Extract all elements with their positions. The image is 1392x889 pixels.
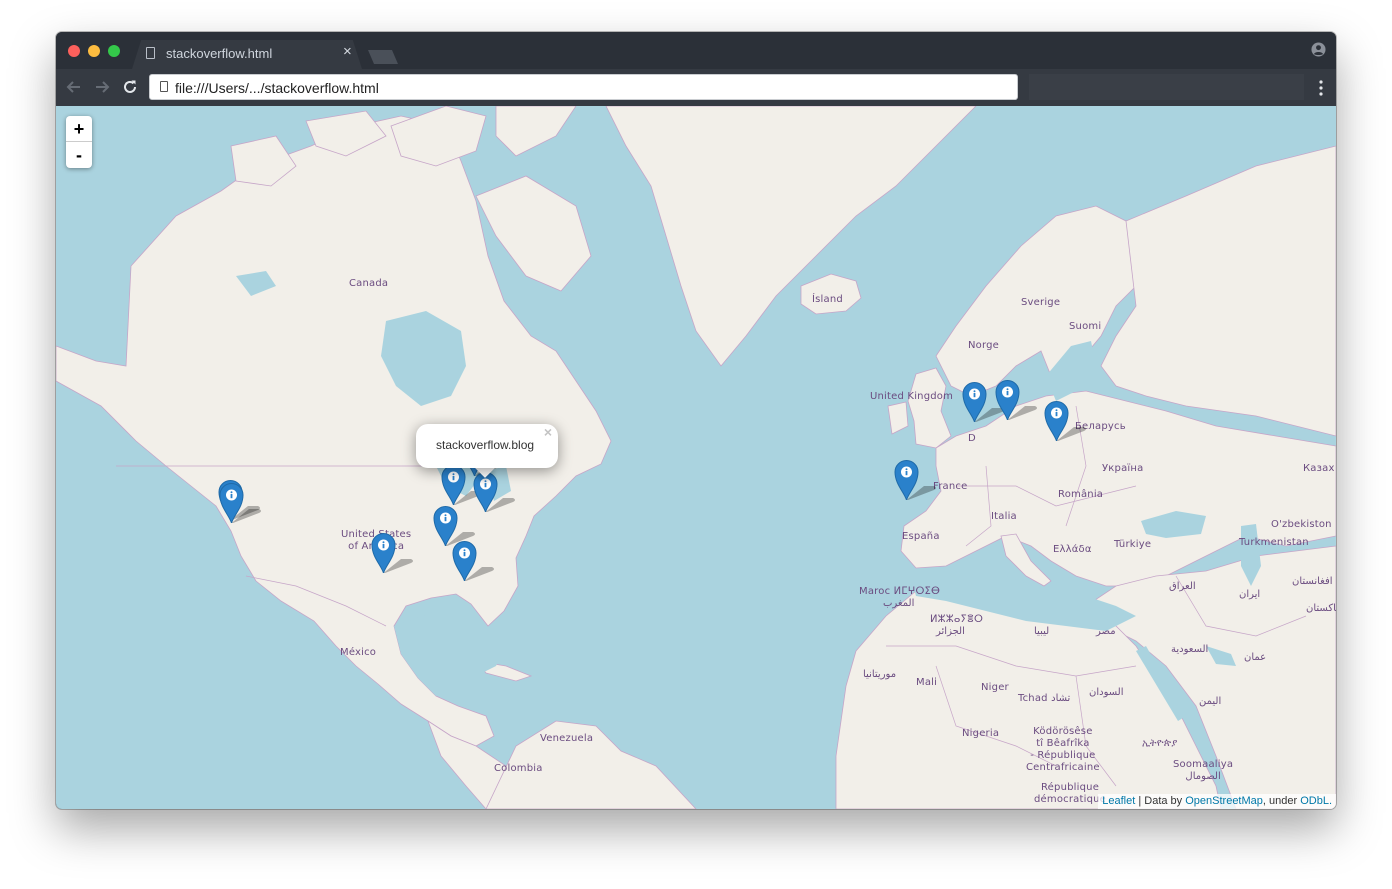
greenland-land	[605, 106, 977, 367]
tab-title: stackoverflow.html	[166, 46, 273, 61]
minimize-window-button[interactable]	[88, 45, 100, 57]
label-sweden: Sverige	[1021, 297, 1061, 308]
attribution-sep: , under	[1262, 795, 1301, 807]
arctic-island	[495, 106, 577, 157]
label-germany-partial: D	[968, 433, 976, 444]
label-saudi: السعودية	[1171, 644, 1209, 655]
label-kazakhstan: Казах	[1303, 463, 1335, 474]
label-chad: Tchad تشاد	[1018, 693, 1071, 704]
zoom-out-button[interactable]: -	[66, 142, 92, 168]
map-base-layer	[56, 106, 1336, 809]
address-bar[interactable]: file:///Users/.../stackoverflow.html	[149, 74, 1018, 100]
label-norway: Norge	[968, 340, 1000, 351]
label-greece: Ελλάδα	[1053, 544, 1092, 555]
label-morocco: Maroc ⵍⵎⵖⵔⵉⴱ	[859, 586, 941, 597]
label-ukraine: Україна	[1102, 463, 1144, 474]
ireland-land	[887, 401, 909, 435]
label-afghanistan: افغانستان	[1292, 576, 1333, 587]
label-turkmenistan: Turkmenistan	[1239, 537, 1309, 548]
label-mali: Mali	[916, 677, 938, 688]
title-bar: stackoverflow.html ×	[56, 32, 1336, 69]
label-drc: République démocratique	[1034, 782, 1107, 805]
label-yemen: اليمن	[1199, 696, 1222, 707]
osm-link[interactable]: OpenStreetMap	[1185, 795, 1263, 807]
page-icon	[160, 81, 168, 92]
map-marker[interactable]	[451, 540, 498, 581]
tab-close-button[interactable]: ×	[343, 44, 352, 60]
label-libya: ليبيا	[1034, 626, 1050, 637]
label-pakistan: پاکستان	[1306, 603, 1336, 614]
label-colombia: Colombia	[494, 763, 543, 774]
label-romania: România	[1058, 489, 1104, 500]
finland-russia-land	[1100, 145, 1336, 437]
arctic-island	[390, 106, 487, 167]
label-somalia: Soomaaliya الصومال	[1173, 759, 1234, 782]
label-algeria-ar: الجزائر	[936, 626, 965, 637]
zoom-in-button[interactable]: +	[66, 116, 92, 142]
popup-close-button[interactable]: ×	[544, 424, 552, 440]
more-menu-icon[interactable]	[1319, 80, 1323, 96]
map-marker[interactable]	[893, 459, 940, 500]
odbl-link[interactable]: ODbL.	[1300, 795, 1332, 807]
back-arrow-icon[interactable]	[65, 78, 83, 96]
label-niger: Niger	[981, 682, 1009, 693]
label-iceland: Ísland	[812, 294, 843, 305]
map[interactable]: + - Canada United States of America Méxi…	[56, 106, 1336, 809]
label-italy: Italia	[991, 511, 1017, 522]
label-mauritania: موريتانيا	[863, 669, 897, 680]
label-turkey: Türkiye	[1114, 539, 1152, 550]
map-marker[interactable]	[472, 471, 519, 512]
map-popup: stackoverflow.blog ×	[416, 424, 558, 478]
label-oman: عمان	[1244, 652, 1267, 663]
label-canada: Canada	[349, 278, 389, 289]
label-iraq: العراق	[1169, 581, 1196, 592]
profile-icon[interactable]	[1311, 42, 1326, 57]
close-window-button[interactable]	[68, 45, 80, 57]
label-sudan: السودان	[1089, 687, 1124, 698]
maximize-window-button[interactable]	[108, 45, 120, 57]
uk-land	[907, 367, 952, 449]
map-marker[interactable]	[218, 482, 265, 523]
reload-icon[interactable]	[121, 78, 139, 96]
label-car: Ködörösêse tî Bêafrîka - République Cent…	[1026, 726, 1100, 773]
map-marker[interactable]	[994, 379, 1041, 420]
zoom-control: + -	[66, 116, 92, 168]
label-morocco-ar: المغرب	[883, 598, 915, 609]
label-spain: España	[902, 531, 940, 542]
popup-text: stackoverflow.blog	[436, 438, 535, 452]
label-finland: Suomi	[1069, 321, 1102, 332]
extensions-area	[1029, 74, 1304, 100]
toolbar: file:///Users/.../stackoverflow.html	[56, 69, 1336, 106]
forward-arrow-icon[interactable]	[93, 78, 111, 96]
label-mexico: México	[340, 647, 377, 658]
leaflet-link[interactable]: Leaflet	[1102, 795, 1135, 807]
label-venezuela: Venezuela	[540, 733, 594, 744]
file-icon	[146, 47, 155, 59]
attribution-sep: | Data by	[1135, 795, 1186, 807]
map-marker[interactable]	[1043, 400, 1090, 441]
label-uk: United Kingdom	[870, 391, 954, 402]
label-uzbekistan: O'zbekiston	[1271, 519, 1332, 530]
label-nigeria: Nigeria	[962, 728, 1000, 739]
label-iran: ایران	[1239, 589, 1261, 600]
browser-window: stackoverflow.html × file:///Users/.../s…	[56, 32, 1336, 809]
label-ethiopia: ኢትዮጵያ	[1142, 738, 1178, 749]
map-attribution: Leaflet | Data by OpenStreetMap, under O…	[1098, 794, 1336, 809]
label-algeria: ⵍⵣⵣⴰⵢⴻⵔ	[930, 614, 984, 625]
map-marker[interactable]	[370, 532, 417, 573]
label-egypt: مصر	[1096, 626, 1116, 637]
address-text[interactable]: file:///Users/.../stackoverflow.html	[175, 80, 379, 96]
new-tab-button[interactable]	[368, 50, 398, 64]
